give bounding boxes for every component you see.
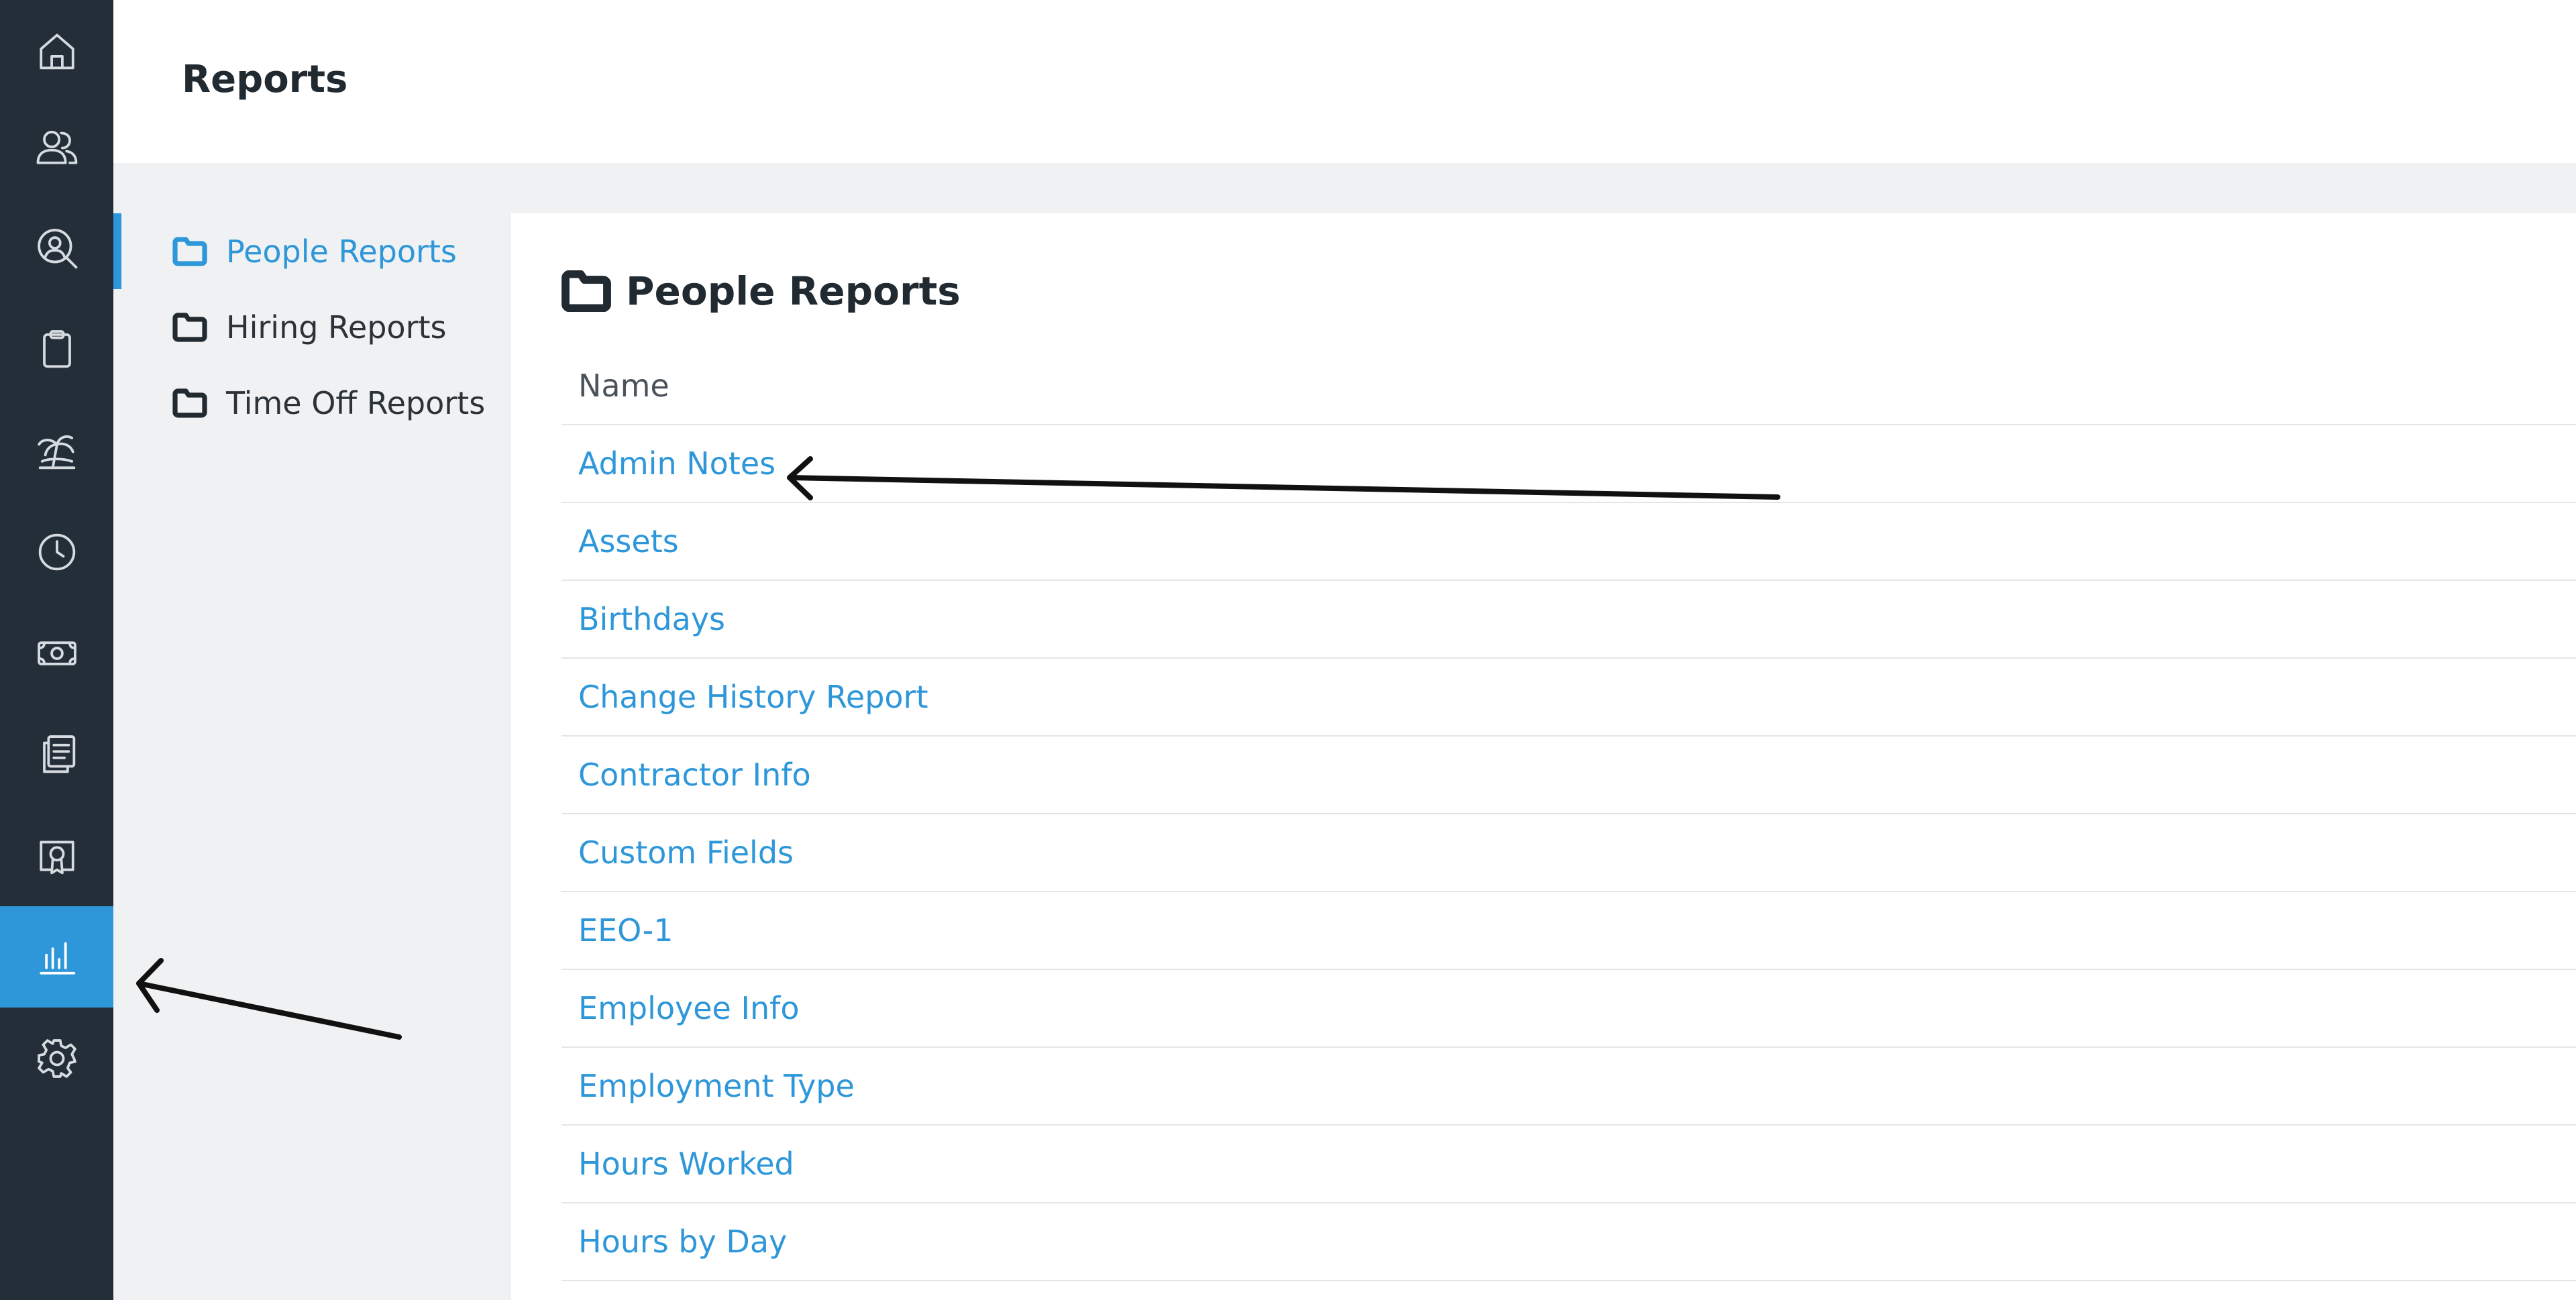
report-link-assets[interactable]: Assets — [578, 523, 679, 559]
rail-payroll[interactable] — [0, 602, 113, 704]
report-link-hours-worked[interactable]: Hours Worked — [578, 1146, 794, 1182]
rail-person-search[interactable] — [0, 197, 113, 299]
subnav-item-label: Time Off Reports — [226, 384, 486, 421]
rail-home[interactable] — [0, 0, 113, 101]
folder-icon — [172, 236, 207, 266]
report-category-nav: People Reports Hiring Reports Time Off R… — [113, 213, 511, 441]
money-icon — [37, 641, 76, 665]
report-link-employment-type[interactable]: Employment Type — [578, 1068, 855, 1104]
documents-icon — [42, 735, 75, 773]
certificate-icon — [39, 841, 74, 874]
table-row: Admin Notes — [561, 425, 2576, 503]
subnav-item-label: People Reports — [226, 233, 457, 270]
people-icon — [36, 130, 77, 164]
section-heading: People Reports — [561, 268, 961, 314]
rail-settings[interactable] — [0, 1008, 113, 1109]
bar-chart-icon — [39, 942, 75, 975]
subnav-item-time-off-reports[interactable]: Time Off Reports — [113, 365, 511, 441]
table-row: Hours by Day — [561, 1203, 2576, 1281]
rail-time-off[interactable] — [0, 400, 113, 501]
table-row: Contractor Info — [561, 737, 2576, 814]
section-title: People Reports — [626, 268, 961, 314]
clipboard-icon — [42, 329, 71, 368]
report-link-eeo-1[interactable]: EEO-1 — [578, 912, 673, 949]
report-link-employee-info[interactable]: Employee Info — [578, 990, 800, 1026]
subnav-item-people-reports[interactable]: People Reports — [113, 213, 511, 289]
rail-documents[interactable] — [0, 704, 113, 805]
home-icon — [39, 33, 74, 69]
table-row: Assets — [561, 503, 2576, 581]
icon-rail — [0, 0, 113, 1300]
folder-icon — [172, 388, 207, 418]
reports-panel: People Reports Name Admin Notes Assets B… — [511, 213, 2576, 1300]
table-row: Employee Info — [561, 970, 2576, 1048]
report-link-hours-by-day[interactable]: Hours by Day — [578, 1224, 787, 1260]
table-row: Employment Type — [561, 1048, 2576, 1126]
column-header-name[interactable]: Name — [561, 347, 2576, 425]
report-link-admin-notes[interactable]: Admin Notes — [578, 445, 775, 482]
page-title: Reports — [182, 58, 348, 101]
table-row: Birthdays — [561, 581, 2576, 659]
reports-table: Name Admin Notes Assets Birthdays Change… — [561, 347, 2576, 1281]
table-row: Change History Report — [561, 659, 2576, 737]
palm-tree-icon — [37, 435, 75, 469]
subnav-item-label: Hiring Reports — [226, 309, 447, 345]
gear-icon — [37, 1038, 76, 1078]
report-link-change-history-report[interactable]: Change History Report — [578, 679, 928, 715]
page-header: Reports — [113, 0, 2576, 163]
rail-clipboard[interactable] — [0, 299, 113, 400]
rail-reports[interactable] — [0, 906, 113, 1008]
rail-time[interactable] — [0, 501, 113, 602]
report-link-custom-fields[interactable]: Custom Fields — [578, 834, 794, 871]
clock-icon — [38, 533, 75, 570]
table-row: EEO-1 — [561, 892, 2576, 970]
person-search-icon — [37, 228, 77, 268]
rail-training[interactable] — [0, 805, 113, 906]
folder-icon — [172, 312, 207, 342]
table-row: Hours Worked — [561, 1126, 2576, 1203]
folder-icon — [561, 270, 611, 312]
table-row: Custom Fields — [561, 814, 2576, 892]
subnav-item-hiring-reports[interactable]: Hiring Reports — [113, 289, 511, 365]
rail-people[interactable] — [0, 96, 113, 197]
report-link-contractor-info[interactable]: Contractor Info — [578, 757, 811, 793]
annotation-arrow-reports-rail — [136, 958, 402, 1040]
report-link-birthdays[interactable]: Birthdays — [578, 601, 725, 637]
